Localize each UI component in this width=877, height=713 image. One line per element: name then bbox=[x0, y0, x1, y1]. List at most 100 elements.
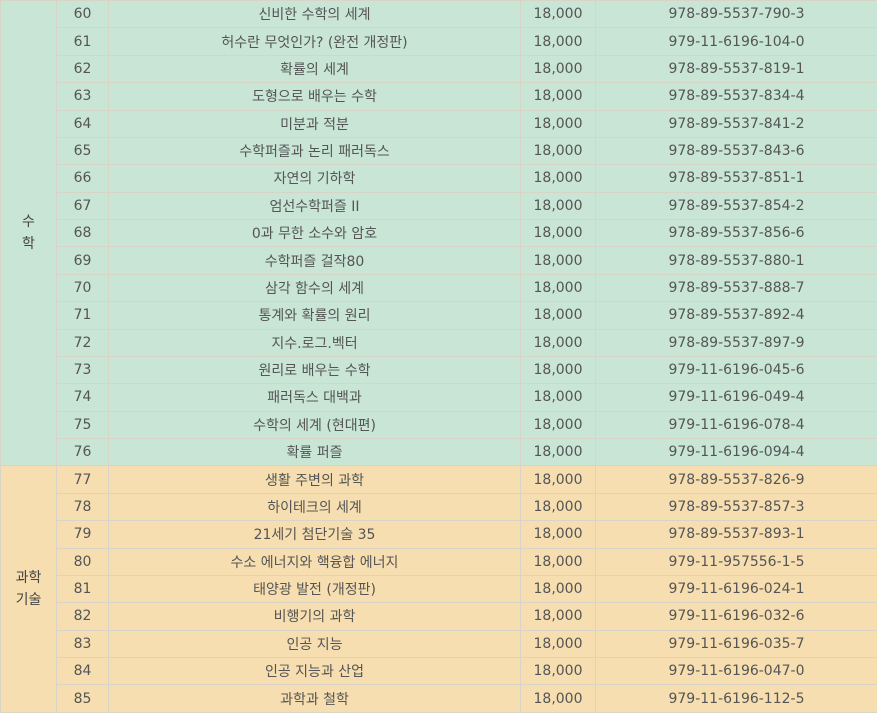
book-no-cell: 85 bbox=[56, 684, 109, 713]
book-no-cell: 75 bbox=[56, 410, 109, 440]
book-no-cell: 66 bbox=[56, 164, 109, 193]
book-no-cell: 68 bbox=[56, 218, 109, 248]
table-row: 64 미분과 적분 18,000 978-89-5537-841-2 bbox=[1, 109, 877, 138]
book-no-cell: 80 bbox=[56, 547, 109, 576]
book-price-cell: 18,000 bbox=[520, 82, 596, 111]
book-no-cell: 79 bbox=[56, 520, 109, 549]
book-title-cell: 하이테크의 세계 bbox=[108, 492, 521, 522]
book-title-cell: 수학의 세계 (현대편) bbox=[108, 410, 521, 440]
book-price-cell: 18,000 bbox=[520, 547, 596, 576]
book-title-cell: 수학퍼즐 걸작80 bbox=[108, 246, 521, 275]
book-isbn-cell: 979-11-6196-032-6 bbox=[595, 602, 877, 631]
book-isbn-cell: 978-89-5537-892-4 bbox=[595, 301, 877, 330]
table-row: 80 수소 에너지와 핵융합 에너지 18,000 979-11-957556-1-5 bbox=[1, 547, 877, 576]
table-row: 75 수학의 세계 (현대편) 18,000 979-11-6196-078-4 bbox=[1, 410, 877, 440]
book-title-cell: 삼각 함수의 세계 bbox=[108, 273, 521, 303]
book-no-cell: 67 bbox=[56, 191, 109, 221]
book-title-cell: 원리로 배우는 수학 bbox=[108, 355, 521, 385]
book-price-cell: 18,000 bbox=[520, 629, 596, 659]
book-no-cell: 69 bbox=[56, 246, 109, 275]
book-title-cell: 미분과 적분 bbox=[108, 109, 521, 138]
table-row: 85 과학과 철학 18,000 979-11-6196-112-5 bbox=[1, 684, 877, 713]
book-no-cell: 84 bbox=[56, 656, 109, 686]
book-no-cell: 76 bbox=[56, 437, 109, 467]
table-row: 84 인공 지능과 산업 18,000 979-11-6196-047-0 bbox=[1, 656, 877, 686]
book-title-cell: 도형으로 배우는 수학 bbox=[108, 82, 521, 111]
table-row: 82 비행기의 과학 18,000 979-11-6196-032-6 bbox=[1, 602, 877, 631]
book-price-cell: 18,000 bbox=[520, 520, 596, 549]
table-row: 61 허수란 무엇인가? (완전 개정판) 18,000 979-11-6196-10… bbox=[1, 27, 877, 56]
table-row: 65 수학퍼즐과 논리 패러독스 18,000 978-89-5537-843-6 bbox=[1, 136, 877, 166]
book-title-cell: 21세기 첨단기술 35 bbox=[108, 520, 521, 549]
book-isbn-cell: 978-89-5537-834-4 bbox=[595, 82, 877, 111]
book-isbn-cell: 979-11-6196-049-4 bbox=[595, 383, 877, 412]
book-no-cell: 83 bbox=[56, 629, 109, 659]
book-isbn-cell: 979-11-6196-094-4 bbox=[595, 437, 877, 467]
book-isbn-cell: 978-89-5537-826-9 bbox=[595, 465, 877, 494]
table-row: 69 수학퍼즐 걸작80 18,000 978-89-5537-880-1 bbox=[1, 246, 877, 275]
book-no-cell: 73 bbox=[56, 355, 109, 385]
table-row: 78 하이테크의 세계 18,000 978-89-5537-857-3 bbox=[1, 492, 877, 522]
book-title-cell: 태양광 발전 (개정판) bbox=[108, 574, 521, 604]
book-title-cell: 패러독스 대백과 bbox=[108, 383, 521, 412]
book-title-cell: 신비한 수학의 세계 bbox=[108, 0, 521, 29]
book-no-cell: 64 bbox=[56, 109, 109, 138]
book-price-cell: 18,000 bbox=[520, 218, 596, 248]
book-price-cell: 18,000 bbox=[520, 136, 596, 166]
table-row: 67 엄선수학퍼즐 II 18,000 978-89-5537-854-2 bbox=[1, 191, 877, 221]
book-title-cell: 엄선수학퍼즐 II bbox=[108, 191, 521, 221]
book-no-cell: 62 bbox=[56, 54, 109, 84]
book-no-cell: 82 bbox=[56, 602, 109, 631]
book-isbn-cell: 978-89-5537-841-2 bbox=[595, 109, 877, 138]
book-isbn-cell: 978-89-5537-897-9 bbox=[595, 328, 877, 357]
book-title-cell: 수학퍼즐과 논리 패러독스 bbox=[108, 136, 521, 166]
table-row: 72 지수.로그.벡터 18,000 978-89-5537-897-9 bbox=[1, 328, 877, 357]
book-price-cell: 18,000 bbox=[520, 684, 596, 713]
book-isbn-cell: 978-89-5537-880-1 bbox=[595, 246, 877, 275]
book-no-cell: 60 bbox=[56, 0, 109, 29]
book-price-cell: 18,000 bbox=[520, 109, 596, 138]
book-no-cell: 77 bbox=[56, 465, 109, 494]
table-row: 68 0과 무한 소수와 암호 18,000 978-89-5537-856-6 bbox=[1, 218, 877, 248]
table-row: 74 패러독스 대백과 18,000 979-11-6196-049-4 bbox=[1, 383, 877, 412]
book-isbn-cell: 978-89-5537-857-3 bbox=[595, 492, 877, 522]
table-row: 수 학 60 신비한 수학의 세계 18,000 978-89-5537-790-3 bbox=[0, 0, 877, 467]
table-row: 71 통계와 확률의 원리 18,000 978-89-5537-892-4 bbox=[1, 301, 877, 330]
book-price-cell: 18,000 bbox=[520, 656, 596, 686]
book-isbn-cell: 979-11-6196-045-6 bbox=[595, 355, 877, 385]
book-title-cell: 인공 지능과 산업 bbox=[108, 656, 521, 686]
book-price-cell: 18,000 bbox=[520, 246, 596, 275]
table-row: 79 21세기 첨단기술 35 18,000 978-89-5537-893-1 bbox=[1, 520, 877, 549]
book-title-cell: 자연의 기하학 bbox=[108, 164, 521, 193]
book-price-cell: 18,000 bbox=[520, 328, 596, 357]
book-title-cell: 0과 무한 소수와 암호 bbox=[108, 218, 521, 248]
book-isbn-cell: 979-11-6196-078-4 bbox=[595, 410, 877, 440]
book-title-cell: 인공 지능 bbox=[108, 629, 521, 659]
book-price-cell: 18,000 bbox=[520, 54, 596, 84]
book-list-table: 수 학 60 신비한 수학의 세계 18,000 978-89-5537-790-3 61 허… bbox=[0, 0, 877, 713]
table-row: 76 확률 퍼즐 18,000 979-11-6196-094-4 bbox=[1, 437, 877, 467]
book-isbn-cell: 979-11-957556-1-5 bbox=[595, 547, 877, 576]
book-price-cell: 18,000 bbox=[520, 301, 596, 330]
book-isbn-cell: 978-89-5537-843-6 bbox=[595, 136, 877, 166]
book-title-cell: 확률의 세계 bbox=[108, 54, 521, 84]
book-price-cell: 18,000 bbox=[520, 492, 596, 522]
book-no-cell: 74 bbox=[56, 383, 109, 412]
book-isbn-cell: 978-89-5537-854-2 bbox=[595, 191, 877, 221]
book-no-cell: 70 bbox=[56, 273, 109, 303]
book-isbn-cell: 979-11-6196-047-0 bbox=[595, 656, 877, 686]
book-title-cell: 비행기의 과학 bbox=[108, 602, 521, 631]
book-price-cell: 18,000 bbox=[520, 383, 596, 412]
book-no-cell: 71 bbox=[56, 301, 109, 330]
book-price-cell: 18,000 bbox=[520, 0, 596, 29]
book-price-cell: 18,000 bbox=[520, 574, 596, 604]
book-isbn-cell: 979-11-6196-104-0 bbox=[595, 27, 877, 56]
book-isbn-cell: 979-11-6196-024-1 bbox=[595, 574, 877, 604]
book-no-cell: 72 bbox=[56, 328, 109, 357]
book-price-cell: 18,000 bbox=[520, 164, 596, 193]
book-price-cell: 18,000 bbox=[520, 27, 596, 56]
book-title-cell: 지수.로그.벡터 bbox=[108, 328, 521, 357]
book-title-cell: 수소 에너지와 핵융합 에너지 bbox=[108, 547, 521, 576]
table-row: 62 확률의 세계 18,000 978-89-5537-819-1 bbox=[1, 54, 877, 84]
book-isbn-cell: 979-11-6196-112-5 bbox=[595, 684, 877, 713]
